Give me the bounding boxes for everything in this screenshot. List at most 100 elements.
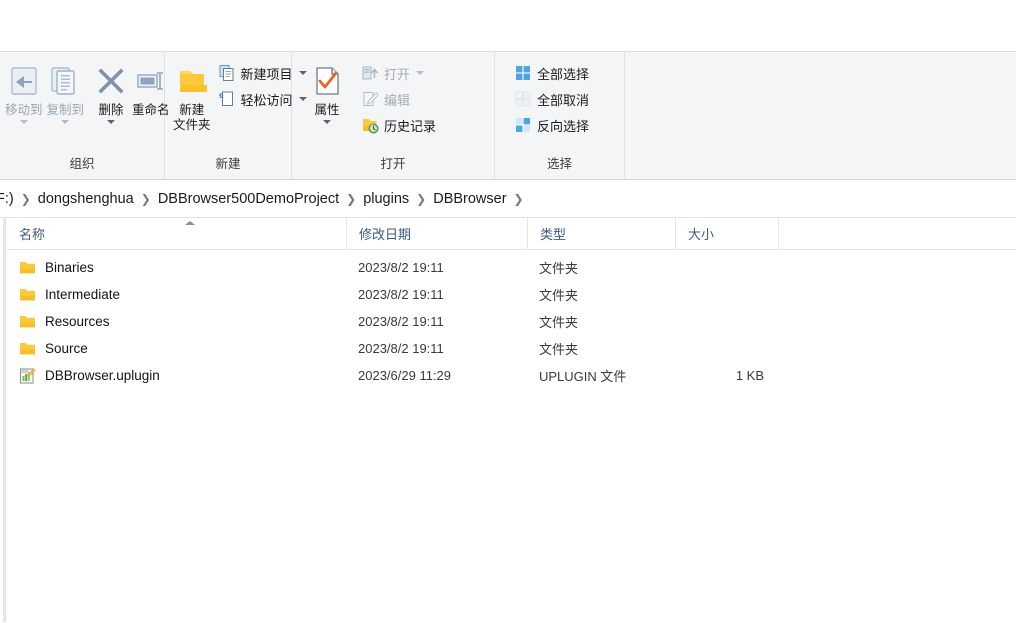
copy-to-button[interactable]: 复制到	[45, 58, 87, 124]
file-type-cell: UPLUGIN 文件	[539, 369, 627, 384]
folder-icon	[19, 260, 36, 275]
select-none-icon	[513, 89, 533, 109]
edit-button[interactable]: 编辑	[358, 86, 440, 112]
sort-ascending-icon	[185, 221, 195, 225]
history-button[interactable]: 历史记录	[358, 112, 440, 138]
open-button[interactable]: 打开	[358, 60, 440, 86]
breadcrumb-item-drive[interactable]: F:)	[0, 189, 19, 209]
file-list-view[interactable]: 名称 修改日期 类型 大小 Binaries 2023/8/2 19:11 文件…	[7, 218, 1016, 622]
new-folder-label-line1: 新建	[179, 103, 205, 117]
ribbon-group-new: 新建 文件夹 新建项目 轻松访问 新建	[165, 52, 307, 179]
move-to-label: 移动到	[5, 103, 43, 117]
breadcrumb-item-dongshenghua[interactable]: dongshenghua	[33, 189, 139, 209]
column-header-date-modified[interactable]: 修改日期	[346, 218, 527, 249]
ribbon-group-organize-label: 组织	[69, 157, 95, 171]
file-name-cell[interactable]: Resources	[7, 314, 346, 329]
rename-label: 重命名	[132, 103, 170, 117]
new-item-icon	[217, 63, 237, 83]
breadcrumb-item-dbbrowser[interactable]: DBBrowser	[428, 189, 511, 209]
folder-icon	[19, 341, 36, 356]
chevron-down-icon[interactable]	[19, 120, 28, 124]
column-header-type-label: 类型	[540, 227, 567, 242]
file-name-label: Resources	[45, 314, 110, 329]
copy-to-label: 复制到	[46, 103, 85, 117]
column-header-name[interactable]: 名称	[7, 218, 346, 249]
file-name-label: Source	[45, 341, 88, 356]
column-header-date-label: 修改日期	[359, 227, 412, 242]
chevron-down-icon[interactable]	[61, 120, 70, 124]
ribbon-group-open: 属性 打开 编辑 历史记录 打开	[292, 52, 495, 179]
file-name-cell[interactable]: Intermediate	[7, 287, 346, 302]
file-name-cell[interactable]: Source	[7, 341, 346, 356]
folder-icon	[19, 314, 36, 329]
ribbon-empty-area	[625, 52, 1016, 179]
file-name-label: Intermediate	[45, 287, 121, 302]
table-row[interactable]: DBBrowser.uplugin 2023/6/29 11:29 UPLUGI…	[7, 362, 1016, 389]
ribbon-group-open-label: 打开	[380, 157, 406, 171]
ribbon-group-select-label: 选择	[546, 157, 572, 171]
delete-button[interactable]: 删除	[92, 58, 130, 124]
breadcrumb-item-project[interactable]: DBBrowser500DemoProject	[153, 189, 344, 209]
table-row[interactable]: Source 2023/8/2 19:11 文件夹	[7, 335, 1016, 362]
file-date-cell: 2023/8/2 19:11	[358, 314, 444, 329]
delete-label: 删除	[98, 103, 124, 117]
ribbon-group-organize: 移动到 复制到 删除 重命名 组织	[0, 52, 170, 179]
file-date-cell: 2023/8/2 19:11	[358, 341, 444, 356]
column-headers: 名称 修改日期 类型 大小	[7, 218, 1016, 250]
ribbon-group-new-label: 新建	[215, 157, 241, 171]
file-type-cell: 文件夹	[539, 342, 579, 357]
file-name-cell[interactable]: Binaries	[7, 260, 346, 275]
file-date-cell: 2023/8/2 19:11	[358, 287, 444, 302]
new-folder-button[interactable]: 新建 文件夹	[171, 58, 213, 133]
move-to-button[interactable]: 移动到	[3, 58, 45, 124]
breadcrumb-item-plugins[interactable]: plugins	[358, 189, 414, 209]
chevron-down-icon[interactable]	[107, 120, 116, 124]
table-row[interactable]: Intermediate 2023/8/2 19:11 文件夹	[7, 281, 1016, 308]
file-date-cell: 2023/8/2 19:11	[358, 260, 444, 275]
file-type-cell: 文件夹	[539, 288, 579, 303]
new-folder-label: 新建 文件夹	[173, 103, 211, 133]
uplugin-file-icon	[19, 368, 36, 384]
navigation-pane-edge	[3, 218, 6, 622]
column-header-size[interactable]: 大小	[675, 218, 778, 249]
new-folder-icon	[175, 60, 209, 102]
column-header-filler	[778, 218, 1016, 249]
column-header-type[interactable]: 类型	[527, 218, 675, 249]
new-item-label: 新建项目	[240, 66, 293, 82]
select-none-button[interactable]: 全部取消	[511, 86, 593, 112]
copy-to-icon	[48, 60, 82, 102]
delete-icon	[94, 60, 128, 102]
new-folder-label-line2: 文件夹	[173, 118, 211, 132]
file-name-cell[interactable]: DBBrowser.uplugin	[7, 368, 346, 384]
table-row[interactable]: Resources 2023/8/2 19:11 文件夹	[7, 308, 1016, 335]
properties-button[interactable]: 属性	[300, 58, 354, 124]
select-all-icon	[513, 63, 533, 83]
chevron-down-icon[interactable]	[323, 120, 331, 124]
properties-icon	[310, 60, 344, 102]
select-all-label: 全部选择	[537, 66, 590, 82]
file-type-cell: 文件夹	[539, 261, 579, 276]
folder-icon	[19, 287, 36, 302]
file-name-label: Binaries	[45, 260, 94, 275]
select-all-button[interactable]: 全部选择	[511, 60, 593, 86]
ribbon-toolbar: 移动到 复制到 删除 重命名 组织 新建 文件夹 新建项目 轻松访问 新建 属性…	[0, 52, 1016, 180]
breadcrumb-separator-icon: ❯	[140, 191, 151, 206]
rename-icon	[134, 60, 168, 102]
invert-selection-button[interactable]: 反向选择	[511, 112, 593, 138]
table-row[interactable]: Binaries 2023/8/2 19:11 文件夹	[7, 254, 1016, 281]
breadcrumb-separator-icon: ❯	[20, 191, 31, 206]
file-date-cell: 2023/6/29 11:29	[358, 368, 452, 383]
breadcrumb-separator-icon: ❯	[346, 191, 357, 206]
breadcrumb-separator-icon: ❯	[513, 191, 524, 206]
file-type-cell: 文件夹	[539, 315, 579, 330]
invert-selection-icon	[513, 115, 533, 135]
file-size-cell: 1 KB	[735, 368, 764, 383]
easy-access-label: 轻松访问	[240, 92, 293, 108]
chevron-down-icon[interactable]	[416, 71, 425, 75]
open-label: 打开	[384, 66, 411, 82]
column-header-name-label: 名称	[19, 227, 46, 242]
invert-selection-label: 反向选择	[537, 118, 590, 134]
easy-access-icon	[217, 89, 237, 109]
address-bar[interactable]: F:) ❯ dongshenghua ❯ DBBrowser500DemoPro…	[0, 180, 1016, 218]
content-area: 名称 修改日期 类型 大小 Binaries 2023/8/2 19:11 文件…	[0, 218, 1016, 622]
